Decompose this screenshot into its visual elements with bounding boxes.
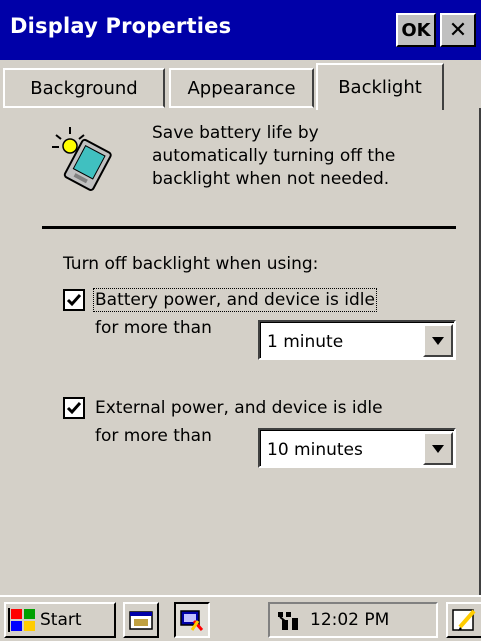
taskbar-display-properties-button[interactable] xyxy=(174,602,210,638)
folder-window-icon xyxy=(129,611,153,630)
battery-dropdown-button[interactable] xyxy=(423,324,453,357)
battery-checkbox-label[interactable]: Battery power, and device is idle xyxy=(93,288,377,312)
connection-icon[interactable] xyxy=(276,608,302,632)
external-for-label: for more than xyxy=(95,426,212,446)
tab-appearance[interactable]: Appearance xyxy=(169,68,314,108)
system-tray: 12:02 PM xyxy=(268,602,438,638)
description-line: backlight when not needed. xyxy=(152,169,390,189)
battery-checkbox[interactable] xyxy=(63,289,85,311)
dropdown-arrow-icon xyxy=(432,336,444,345)
start-button[interactable]: Start xyxy=(4,602,116,638)
description-line: automatically turning off the xyxy=(152,146,396,166)
window-title: Display Properties xyxy=(10,14,232,38)
start-label: Start xyxy=(40,610,82,630)
battery-option: Battery power, and device is idle xyxy=(63,288,377,312)
taskbar: Start 12:02 PM xyxy=(0,595,481,641)
tab-background[interactable]: Background xyxy=(3,68,165,108)
taskbar-app-button[interactable] xyxy=(123,602,159,638)
external-dropdown-button[interactable] xyxy=(423,432,453,465)
windows-flag-icon xyxy=(8,608,35,632)
ok-button[interactable]: OK xyxy=(396,13,436,47)
dropdown-arrow-icon xyxy=(432,444,444,453)
close-icon: ✕ xyxy=(448,17,468,43)
backlight-panel: Save battery life by automatically turni… xyxy=(0,108,481,595)
close-button[interactable]: ✕ xyxy=(440,13,476,47)
battery-timeout-value: 1 minute xyxy=(267,332,344,352)
divider xyxy=(42,226,456,229)
display-settings-icon xyxy=(180,610,204,631)
section-label: Turn off backlight when using: xyxy=(63,254,319,274)
backlight-description: Save battery life by automatically turni… xyxy=(152,122,472,191)
external-timeout-select[interactable]: 10 minutes xyxy=(258,428,456,468)
battery-timeout-select[interactable]: 1 minute xyxy=(258,320,456,360)
clock[interactable]: 12:02 PM xyxy=(310,610,389,630)
battery-for-label: for more than xyxy=(95,318,212,338)
checkmark-icon xyxy=(66,402,82,415)
tab-backlight[interactable]: Backlight xyxy=(316,63,444,110)
external-option: External power, and device is idle xyxy=(63,397,383,419)
backlight-device-icon xyxy=(52,127,112,191)
external-checkbox-label[interactable]: External power, and device is idle xyxy=(95,398,383,418)
description-line: Save battery life by xyxy=(152,123,319,143)
external-checkbox[interactable] xyxy=(63,397,85,419)
checkmark-icon xyxy=(66,294,82,307)
desktop-pencil-icon xyxy=(451,609,476,631)
title-bar: Display Properties OK ✕ xyxy=(0,0,481,60)
show-desktop-button[interactable] xyxy=(446,602,481,638)
tab-strip: Background Appearance Backlight xyxy=(0,60,481,168)
external-timeout-value: 10 minutes xyxy=(267,440,363,460)
